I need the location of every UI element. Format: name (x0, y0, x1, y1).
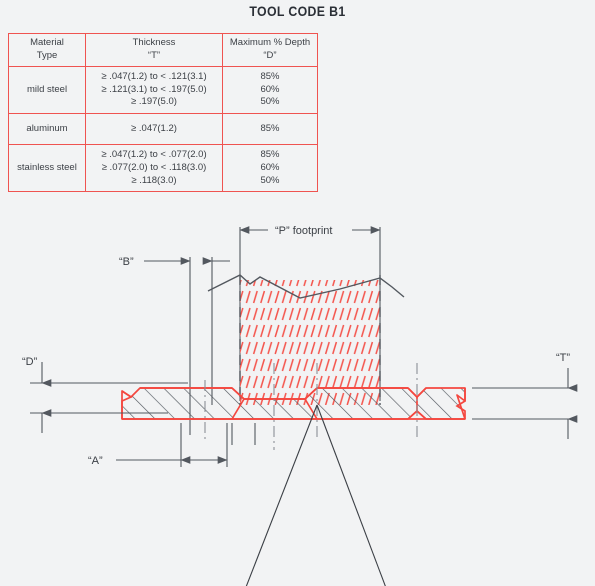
depth-line: 60% (260, 83, 280, 95)
table-row: stainless steel ≥ .047(1.2) to < .077(2.… (8, 144, 318, 193)
label-p-footprint: “P” footprint (275, 225, 332, 237)
table-header-row: Material Type Thickness “T” Maximum % De… (8, 33, 318, 67)
tool-spec-table: Material Type Thickness “T” Maximum % De… (8, 33, 318, 193)
page-title: TOOL CODE B1 (249, 3, 346, 19)
thickness-line: ≥ .047(1.2) to < .077(2.0) (101, 149, 207, 161)
label-a: “A” (88, 455, 103, 467)
depth-line: 50% (260, 174, 280, 186)
cross-section-diagram: “P” footprint “B” “D” “T” “A” (0, 205, 595, 586)
thickness-line: ≥ .197(5.0) (131, 96, 177, 108)
depth-line: 85% (260, 71, 280, 82)
cell-depth: 85% 60% 50% (222, 66, 318, 114)
header-max-depth-line2: “D” (263, 50, 277, 61)
cell-depth: 85% (222, 112, 318, 146)
thickness-line: ≥ .047(1.2) to < .121(3.1) (101, 71, 207, 82)
table-row: aluminum ≥ .047(1.2) 85% (8, 112, 318, 146)
cell-thickness: ≥ .047(1.2) to < .077(2.0) ≥ .077(2.0) t… (85, 144, 223, 193)
cell-material: mild steel (8, 66, 86, 114)
header-thickness-line2: “T” (147, 50, 161, 61)
thickness-line: ≥ .047(1.2) (131, 122, 177, 134)
label-d: “D” (22, 356, 38, 368)
header-material-type-line1: Material (30, 37, 64, 49)
label-t: “T” (556, 352, 570, 364)
cell-material: stainless steel (8, 144, 86, 193)
cell-thickness: ≥ .047(1.2) (85, 112, 223, 146)
cell-depth: 85% 60% 50% (222, 144, 318, 193)
depth-line: 50% (260, 96, 280, 108)
depth-line: 85% (260, 149, 280, 161)
header-max-depth: Maximum % Depth “D” (222, 33, 318, 67)
thickness-line: ≥ .121(3.1) to < .197(5.0) (101, 83, 207, 95)
header-thickness-line1: Thickness (132, 37, 176, 49)
depth-line: 60% (260, 161, 280, 173)
header-material-type: Material Type (8, 33, 86, 67)
header-thickness: Thickness “T” (85, 33, 223, 67)
thickness-line: ≥ .118(3.0) (131, 174, 177, 186)
cell-material: aluminum (8, 112, 86, 146)
header-max-depth-line1: Maximum % Depth (229, 37, 311, 49)
cell-thickness: ≥ .047(1.2) to < .121(3.1) ≥ .121(3.1) t… (85, 66, 223, 114)
label-b: “B” (119, 256, 134, 268)
header-material-type-line2: Type (36, 50, 58, 61)
depth-line: 85% (260, 122, 280, 134)
thickness-line: ≥ .077(2.0) to < .118(3.0) (101, 161, 207, 173)
table-row: mild steel ≥ .047(1.2) to < .121(3.1) ≥ … (8, 66, 318, 114)
